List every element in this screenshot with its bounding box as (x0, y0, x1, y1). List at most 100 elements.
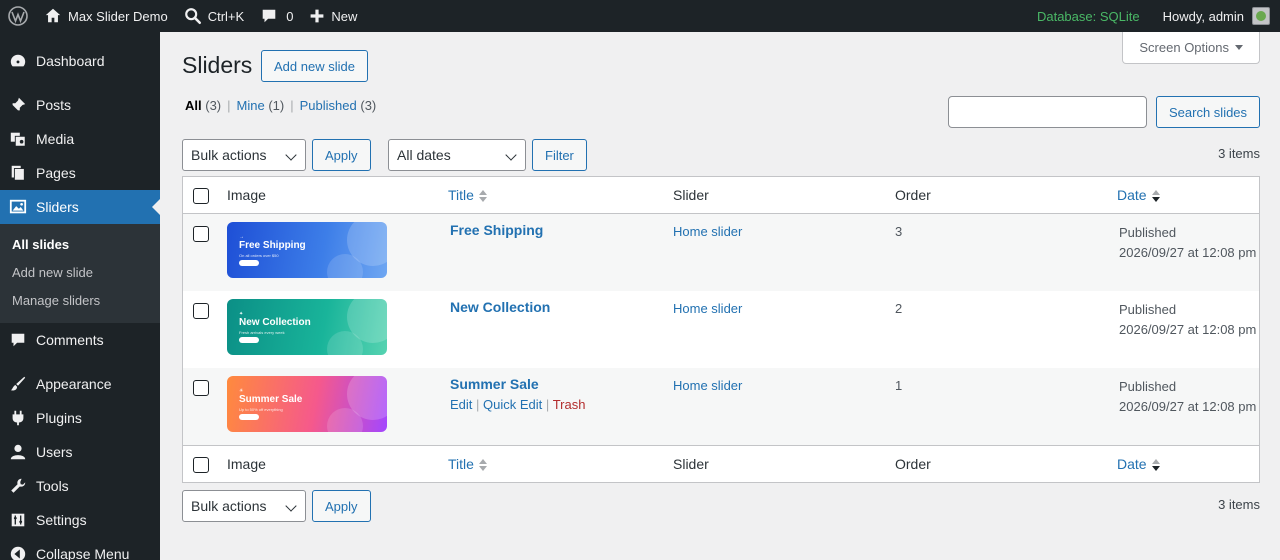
my-account-link[interactable]: Howdy, admin (1155, 0, 1280, 32)
thumbnail-button (239, 337, 259, 343)
quick-edit-link[interactable]: Quick Edit (483, 397, 542, 412)
menu-item-posts[interactable]: Posts (0, 88, 160, 122)
menu-item-sliders[interactable]: Sliders (0, 190, 160, 224)
items-count-bottom: 3 items (1218, 497, 1260, 512)
column-order: Order (895, 456, 931, 472)
menu-item-media[interactable]: Media (0, 122, 160, 156)
column-title[interactable]: Title (448, 456, 487, 472)
slider-link[interactable]: Home slider (673, 224, 742, 239)
table-row: ☀ Summer Sale Up to 50% off everything S… (183, 368, 1259, 445)
menu-item-dashboard[interactable]: Dashboard (0, 44, 160, 78)
view-published[interactable]: Published (3) (300, 98, 377, 113)
settings-icon (8, 510, 28, 530)
sliders-submenu: All slides Add new slide Manage sliders (0, 224, 160, 323)
row-actions: Edit | Quick Edit | Trash (450, 397, 586, 412)
add-new-slide-button[interactable]: Add new slide (261, 50, 368, 82)
menu-item-users[interactable]: Users (0, 435, 160, 469)
apply-button-bottom[interactable]: Apply (312, 490, 371, 522)
slide-thumbnail[interactable]: → Free Shipping On all orders over $50 (227, 222, 387, 278)
comments-link[interactable]: 0 (252, 0, 301, 32)
column-image: Image (227, 456, 266, 472)
menu-label: Appearance (36, 376, 112, 392)
wrench-icon (8, 476, 28, 496)
plugin-icon (8, 408, 28, 428)
wordpress-logo[interactable] (0, 0, 36, 32)
search-icon (184, 8, 201, 25)
site-name-link[interactable]: Max Slider Demo (36, 0, 176, 32)
edit-link[interactable]: Edit (450, 397, 472, 412)
thumbnail-title: Summer Sale (239, 394, 303, 405)
view-all[interactable]: All (3) (185, 98, 221, 113)
order-value: 1 (895, 378, 903, 393)
order-value: 3 (895, 224, 903, 239)
search-input[interactable] (948, 96, 1147, 128)
menu-label: Media (36, 131, 75, 147)
home-icon (45, 8, 61, 23)
menu-item-settings[interactable]: Settings (0, 503, 160, 537)
row-checkbox[interactable] (193, 380, 209, 396)
column-date[interactable]: Date (1117, 456, 1160, 472)
chevron-down-icon (285, 149, 297, 161)
new-content-button[interactable]: New (301, 0, 365, 32)
menu-item-plugins[interactable]: Plugins (0, 401, 160, 435)
slide-title-link[interactable]: Summer Sale (450, 376, 539, 392)
column-slider: Slider (673, 187, 709, 203)
bulk-actions-value: Bulk actions (191, 498, 267, 514)
menu-label: Dashboard (36, 53, 105, 69)
slider-link[interactable]: Home slider (673, 378, 742, 393)
page-title: Sliders (182, 52, 253, 78)
row-checkbox[interactable] (193, 303, 209, 319)
status-views: All (3) | Mine (1) | Published (3) (185, 98, 377, 113)
menu-label: Tools (36, 478, 69, 494)
column-title[interactable]: Title (448, 187, 487, 203)
comments-count: 0 (286, 8, 294, 24)
plus-icon (311, 9, 324, 23)
row-checkbox[interactable] (193, 226, 209, 242)
pin-icon (8, 95, 28, 115)
filter-button[interactable]: Filter (532, 139, 587, 171)
slides-icon (8, 197, 28, 217)
collapse-menu-button[interactable]: Collapse Menu (0, 537, 160, 560)
slide-title-link[interactable]: New Collection (450, 299, 550, 315)
menu-label: Pages (36, 165, 76, 181)
menu-label: Users (36, 444, 73, 460)
apply-button-top[interactable]: Apply (312, 139, 371, 171)
main-content: Screen Options Sliders Add new slide All… (160, 32, 1280, 560)
admin-menu: Dashboard Posts Media Pages Sliders All … (0, 32, 160, 560)
select-all-checkbox[interactable] (193, 188, 209, 204)
bulk-actions-select-bottom[interactable]: Bulk actions (182, 490, 306, 522)
chevron-down-icon (505, 149, 517, 161)
menu-item-tools[interactable]: Tools (0, 469, 160, 503)
select-all-checkbox-footer[interactable] (193, 457, 209, 473)
search-slides-button[interactable]: Search slides (1156, 96, 1261, 128)
slide-thumbnail[interactable]: ☀ Summer Sale Up to 50% off everything (227, 376, 387, 432)
date-filter-select[interactable]: All dates (388, 139, 526, 171)
slide-thumbnail[interactable]: ✦ New Collection Fresh arrivals every we… (227, 299, 387, 355)
submenu-all-slides[interactable]: All slides (0, 231, 160, 259)
trash-link[interactable]: Trash (553, 397, 586, 412)
table-row: → Free Shipping On all orders over $50 F… (183, 214, 1259, 291)
slides-table: Image Title Slider Order Date → Free Shi… (182, 176, 1260, 483)
column-slider: Slider (673, 456, 709, 472)
command-palette-button[interactable]: Ctrl+K (176, 0, 252, 32)
comment-icon (8, 330, 28, 350)
menu-item-comments[interactable]: Comments (0, 323, 160, 357)
view-mine[interactable]: Mine (1) (237, 98, 285, 113)
media-icon (8, 129, 28, 149)
slider-link[interactable]: Home slider (673, 301, 742, 316)
brush-icon (8, 374, 28, 394)
caret-down-icon (1235, 45, 1243, 50)
column-date[interactable]: Date (1117, 187, 1160, 203)
menu-item-appearance[interactable]: Appearance (0, 367, 160, 401)
menu-item-pages[interactable]: Pages (0, 156, 160, 190)
submenu-add-new-slide[interactable]: Add new slide (0, 259, 160, 287)
avatar (1252, 7, 1270, 25)
screen-options-button[interactable]: Screen Options (1122, 32, 1260, 64)
date-cell: Published 2026/09/27 at 12:08 pm (1119, 225, 1257, 260)
thumbnail-button (239, 260, 259, 266)
search-shortcut: Ctrl+K (207, 8, 245, 24)
slide-title-link[interactable]: Free Shipping (450, 222, 543, 238)
bulk-actions-select[interactable]: Bulk actions (182, 139, 306, 171)
submenu-manage-sliders[interactable]: Manage sliders (0, 287, 160, 315)
howdy-text: Howdy, admin (1162, 8, 1244, 24)
